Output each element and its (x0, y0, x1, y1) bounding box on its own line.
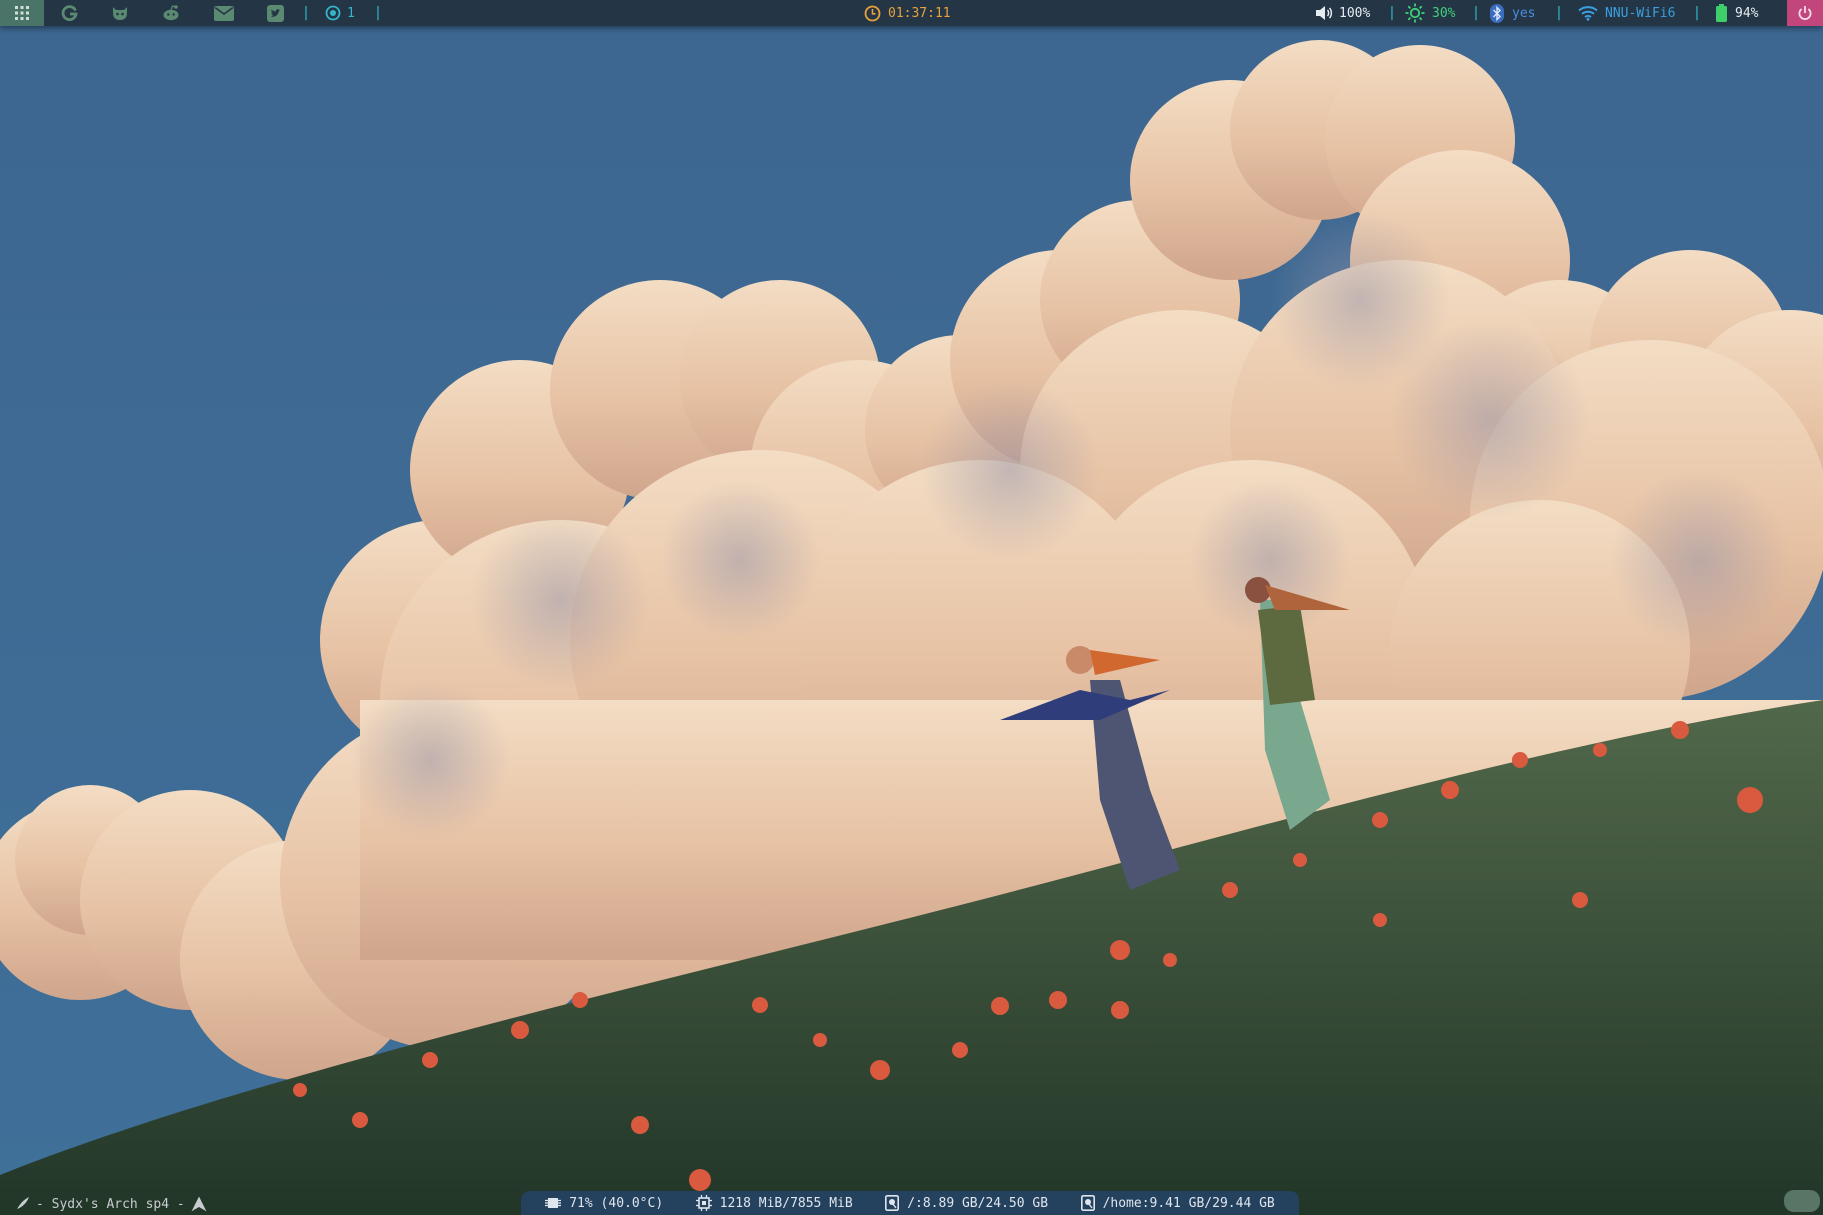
separator: | (1692, 5, 1702, 21)
separator: | (1387, 5, 1397, 21)
disk-icon (1080, 1195, 1095, 1211)
disk-home-value: /home:9.41 GB/29.44 GB (1102, 1195, 1275, 1211)
separator: | (1471, 5, 1481, 21)
system-tray[interactable] (1784, 1190, 1820, 1212)
reddit-icon (163, 5, 179, 21)
wifi-indicator[interactable]: NNU-WiFi6 (1578, 0, 1675, 26)
disk-icon (885, 1195, 900, 1211)
cpu-stat[interactable]: 71% (40.0°C) (545, 1195, 663, 1211)
memory-icon (695, 1195, 712, 1211)
brightness-value: 30% (1432, 5, 1456, 21)
feather-icon (16, 1197, 29, 1211)
workspace-indicator[interactable]: 1 (325, 0, 355, 26)
reddit-launcher[interactable] (153, 0, 189, 26)
speaker-icon (1316, 6, 1333, 20)
top-bar: | 1 | 01:37:11 100% | 30% | yes | NNU-Wi… (0, 0, 1823, 26)
workspace-dot-icon (325, 5, 341, 21)
power-button[interactable] (1787, 0, 1823, 26)
separator: | (373, 5, 383, 21)
memory-stat[interactable]: 1218 MiB/7855 MiB (695, 1195, 853, 1211)
bluetooth-indicator[interactable]: yes (1490, 0, 1535, 26)
sun-icon (1405, 3, 1425, 23)
google-icon (61, 5, 78, 21)
twitter-icon (266, 4, 284, 22)
mail-launcher[interactable] (206, 0, 242, 26)
bluetooth-status: yes (1512, 5, 1536, 21)
volume-indicator[interactable]: 100% (1315, 0, 1370, 26)
wifi-ssid: NNU-WiFi6 (1605, 5, 1676, 21)
separator: | (301, 5, 311, 21)
wifi-icon (1578, 6, 1598, 21)
volume-value: 100% (1339, 5, 1371, 21)
grid-icon (15, 6, 29, 20)
bluetooth-icon (1490, 3, 1504, 23)
system-stats-bar: 71% (40.0°C) 1218 MiB/7855 MiB /:8.89 GB… (521, 1191, 1299, 1215)
separator: | (1554, 5, 1564, 21)
host-name: - Sydx's Arch sp4 - (36, 1196, 185, 1212)
workspace-number: 1 (347, 5, 355, 21)
power-icon (1798, 6, 1812, 20)
battery-icon (1716, 4, 1727, 22)
disk-root-value: /:8.89 GB/24.50 GB (907, 1195, 1049, 1211)
disk-home-stat[interactable]: /home:9.41 GB/29.44 GB (1080, 1195, 1275, 1211)
clock[interactable]: 01:37:11 (864, 0, 951, 26)
mail-icon (214, 5, 234, 21)
disk-root-stat[interactable]: /:8.89 GB/24.50 GB (885, 1195, 1048, 1211)
google-launcher[interactable] (52, 0, 88, 26)
arch-logo-icon (191, 1196, 207, 1212)
cpu-icon (545, 1198, 562, 1208)
battery-value: 94% (1735, 5, 1759, 21)
github-launcher[interactable] (102, 0, 138, 26)
clock-time: 01:37:11 (888, 5, 951, 21)
battery-indicator[interactable]: 94% (1716, 0, 1758, 26)
host-label: - Sydx's Arch sp4 - (14, 1193, 207, 1215)
twitter-launcher[interactable] (257, 0, 293, 26)
clock-icon (864, 5, 881, 21)
memory-value: 1218 MiB/7855 MiB (719, 1195, 853, 1211)
cpu-value: 71% (40.0°C) (569, 1195, 664, 1211)
github-icon (113, 7, 127, 20)
desktop-wallpaper (0, 0, 1823, 1215)
app-launcher-button[interactable] (0, 0, 44, 26)
brightness-indicator[interactable]: 30% (1405, 0, 1455, 26)
